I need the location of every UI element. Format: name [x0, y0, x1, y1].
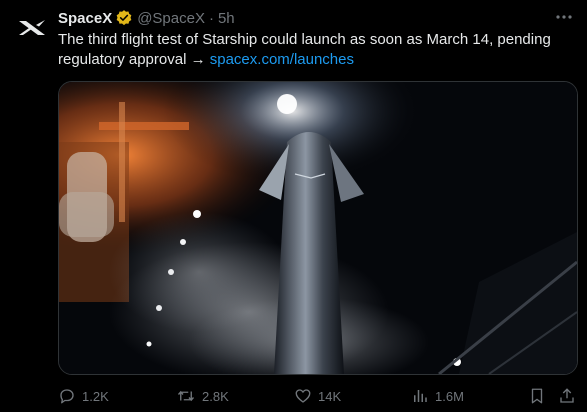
- tweet-media-image[interactable]: [58, 81, 578, 375]
- reply-button[interactable]: 1.2K: [58, 387, 109, 405]
- separator-dot: ·: [208, 9, 214, 27]
- more-options-icon[interactable]: [553, 6, 575, 28]
- repost-count: 2.8K: [202, 388, 229, 404]
- author-name[interactable]: SpaceX: [58, 10, 112, 27]
- reply-icon: [60, 389, 74, 404]
- share-icon: [560, 388, 574, 403]
- verified-badge-icon: [115, 9, 133, 27]
- spacex-logo-icon: [19, 20, 45, 35]
- bookmark-button[interactable]: [528, 387, 546, 405]
- reply-count: 1.2K: [82, 388, 109, 404]
- launches-link[interactable]: spacex.com/launches: [210, 51, 354, 68]
- views-button[interactable]: 1.6M: [411, 387, 464, 405]
- analytics-icon: [414, 390, 427, 402]
- like-button[interactable]: 14K: [294, 387, 341, 405]
- like-count: 14K: [318, 388, 342, 404]
- avatar[interactable]: [12, 8, 52, 48]
- starship-photo-icon: [59, 82, 577, 374]
- repost-icon: [177, 390, 195, 402]
- timestamp[interactable]: 5h: [218, 10, 235, 27]
- heart-icon: [295, 389, 311, 403]
- tweet-header: SpaceX @SpaceX · 5h: [58, 8, 235, 28]
- share-button[interactable]: [558, 387, 576, 405]
- author-handle[interactable]: @SpaceX: [137, 10, 205, 27]
- repost-button[interactable]: 2.8K: [176, 387, 229, 405]
- tweet-text: The third flight test of Starship could …: [58, 30, 578, 70]
- view-count: 1.6M: [435, 388, 464, 404]
- bookmark-icon: [531, 388, 543, 404]
- tweet-actions: 1.2K 2.8K 14K 1.6M: [58, 384, 578, 408]
